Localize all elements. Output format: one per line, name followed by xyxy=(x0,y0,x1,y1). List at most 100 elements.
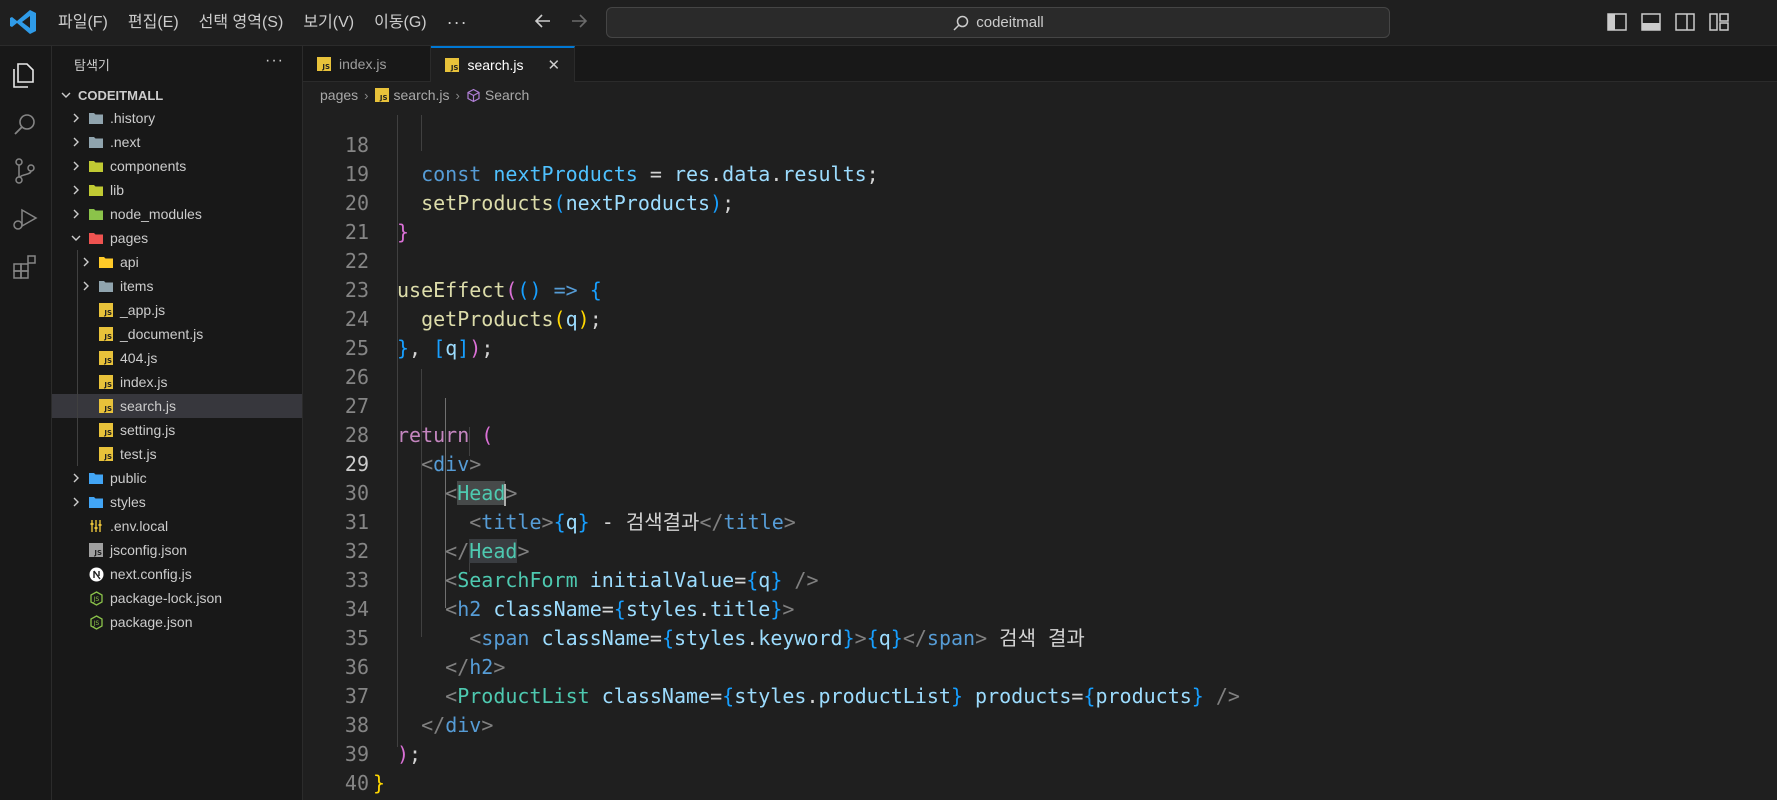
toggle-panel-icon[interactable] xyxy=(1639,10,1663,34)
toggle-sidebar-icon[interactable] xyxy=(1605,10,1629,34)
tree-item[interactable]: items xyxy=(52,274,302,298)
folder-styles-icon xyxy=(88,494,104,510)
customize-layout-icon[interactable] xyxy=(1707,10,1731,34)
tree-item-label: .env.local xyxy=(110,518,169,534)
code-line: 21 xyxy=(303,189,1777,244)
folder-pages-icon xyxy=(88,230,104,246)
source-control-icon[interactable] xyxy=(10,156,40,186)
code-line: 24 }, [q]); xyxy=(303,276,1777,360)
menu-selection[interactable]: 선택 영역(S) xyxy=(189,0,294,45)
tree-item[interactable]: next.config.js xyxy=(52,562,302,586)
back-arrow-icon[interactable] xyxy=(532,10,554,32)
tree-item-label: next.config.js xyxy=(110,566,192,582)
chevron-right-icon: › xyxy=(455,87,460,103)
tree-item-label: styles xyxy=(110,494,146,510)
chevron-right-icon xyxy=(78,254,94,270)
tree-item[interactable]: node_modules xyxy=(52,202,302,226)
search-view-icon[interactable] xyxy=(10,110,40,140)
tree-item[interactable]: pages xyxy=(52,226,302,250)
toggle-secondary-sidebar-icon[interactable] xyxy=(1673,10,1697,34)
tree-item[interactable]: lib xyxy=(52,178,302,202)
js-file-icon: JS xyxy=(98,350,114,366)
svg-text:JS: JS xyxy=(92,596,99,603)
tree-item[interactable]: .history xyxy=(52,106,302,130)
tree-item[interactable]: JS index.js xyxy=(52,370,302,394)
tree-item-label: _document.js xyxy=(120,326,204,342)
tree-item[interactable]: JS test.js xyxy=(52,442,302,466)
breadcrumb: pages › JS search.js › Search xyxy=(303,82,529,108)
explorer-more-icon[interactable]: ··· xyxy=(265,52,284,70)
tree-item-label: .next xyxy=(110,134,141,150)
chevron-down-icon xyxy=(58,87,74,103)
js-file-icon: JS xyxy=(98,422,114,438)
tree-item[interactable]: JS package-lock.json xyxy=(52,586,302,610)
breadcrumb-symbol[interactable]: Search xyxy=(466,87,529,103)
workspace-root[interactable]: CODEITMALL xyxy=(52,84,302,106)
js-file-icon: JS xyxy=(98,446,114,462)
vscode-logo-icon[interactable] xyxy=(8,9,38,35)
tree-item[interactable]: JS _document.js xyxy=(52,322,302,346)
chevron-right-icon xyxy=(68,494,84,510)
tree-item-label: _app.js xyxy=(120,302,166,318)
tree-item[interactable]: JS package.json xyxy=(52,610,302,634)
code-line: 26 xyxy=(303,334,1777,389)
tree-item[interactable]: .env.local xyxy=(52,514,302,538)
code-line: 25 xyxy=(303,305,1777,360)
tree-item[interactable]: JS jsconfig.json xyxy=(52,538,302,562)
code-line: 29 <Head> xyxy=(303,421,1777,506)
chevron-down-icon xyxy=(68,230,84,246)
code-line: 28 <div> xyxy=(303,392,1777,476)
tree-item[interactable]: api xyxy=(52,250,302,274)
tree-indent-guide xyxy=(77,418,78,442)
tree-item[interactable]: .next xyxy=(52,130,302,154)
code-line: 39 } xyxy=(303,711,1777,795)
menu-view[interactable]: 보기(V) xyxy=(293,0,364,45)
tab-search-js[interactable]: JS search.js ✕ xyxy=(431,46,576,82)
command-center-search[interactable]: codeitmall xyxy=(606,7,1390,38)
tab-label: index.js xyxy=(339,55,387,72)
chevron-right-icon xyxy=(68,110,84,126)
code-line: 20 } xyxy=(303,160,1777,244)
explorer-icon[interactable] xyxy=(10,60,40,90)
chevron-right-icon: › xyxy=(364,87,369,103)
js-file-icon: JS xyxy=(98,302,114,318)
breadcrumb-file[interactable]: JS search.js xyxy=(374,87,450,103)
code-line: 36 <ProductList className={styles.produc… xyxy=(303,624,1777,708)
tree-item[interactable]: styles xyxy=(52,490,302,514)
search-label: codeitmall xyxy=(976,14,1044,31)
menu-edit[interactable]: 편집(E) xyxy=(118,0,189,45)
tree-item[interactable]: components xyxy=(52,154,302,178)
code-line: 37 </div> xyxy=(303,653,1777,737)
breadcrumb-folder[interactable]: pages xyxy=(320,87,358,103)
tree-item[interactable]: JS search.js xyxy=(52,394,302,418)
tree-item[interactable]: JS setting.js xyxy=(52,418,302,442)
code-line: 22 useEffect(() => { xyxy=(303,218,1777,302)
tree-item[interactable]: JS _app.js xyxy=(52,298,302,322)
run-debug-icon[interactable] xyxy=(10,204,40,234)
folder-icon xyxy=(88,110,104,126)
forward-arrow-icon[interactable] xyxy=(568,10,590,32)
tab-index-js[interactable]: JS index.js xyxy=(303,46,432,81)
editor-tabs: JS index.js JS search.js ✕ xyxy=(303,46,1777,82)
code-line: 30 <title>{q} - 검색결과</title> xyxy=(303,450,1777,534)
tree-item[interactable]: public xyxy=(52,466,302,490)
folder-api-icon xyxy=(98,254,114,270)
menu-go[interactable]: 이동(G) xyxy=(364,0,437,45)
folder-lib-icon xyxy=(88,182,104,198)
chevron-right-icon xyxy=(68,182,84,198)
tree-item-label: search.js xyxy=(120,398,177,414)
code-line: 31 </Head> xyxy=(303,479,1777,563)
tree-item-label: jsconfig.json xyxy=(110,542,188,558)
code-editor[interactable]: 18 const nextProducts = res.data.results… xyxy=(303,108,1777,800)
code-line: 19 setProducts(nextProducts); xyxy=(303,131,1777,215)
menu-file[interactable]: 파일(F) xyxy=(48,0,118,45)
extensions-icon[interactable] xyxy=(10,252,40,282)
js-file-icon: JS xyxy=(445,58,460,72)
npm-file-icon: JS xyxy=(88,590,104,606)
close-icon[interactable]: ✕ xyxy=(548,56,561,74)
env-file-icon xyxy=(88,518,104,534)
menu-more-icon[interactable]: ··· xyxy=(437,12,478,33)
tree-item[interactable]: JS 404.js xyxy=(52,346,302,370)
